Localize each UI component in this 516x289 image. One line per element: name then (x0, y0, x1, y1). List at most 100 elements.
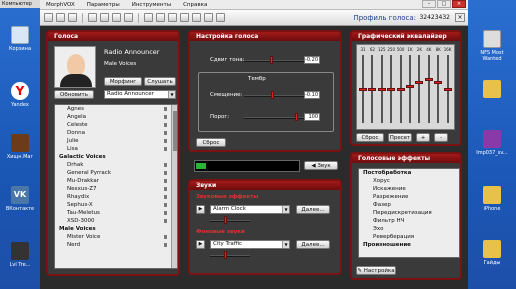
background-volume-slider[interactable] (224, 251, 227, 259)
threshold-value[interactable]: 100 (304, 113, 320, 121)
shift-value[interactable]: -0.10 (304, 91, 320, 99)
toolbar-button[interactable] (44, 13, 53, 22)
minimize-button[interactable]: – (422, 0, 436, 8)
voice-list-item[interactable]: Julie (55, 137, 177, 145)
morph-button[interactable]: Морфинг (104, 77, 142, 86)
effect-list-item[interactable]: Разрежение (359, 193, 459, 201)
desktop-icon-yandex[interactable]: Y Yandex (0, 82, 40, 108)
close-button[interactable]: × (452, 0, 466, 8)
toolbar-button[interactable] (112, 13, 121, 22)
eq-minus-button[interactable]: - (434, 133, 448, 142)
shift-slider[interactable] (270, 91, 274, 99)
menu-parameters[interactable]: Параметры (85, 2, 122, 8)
effect-group[interactable]: Постобработка (359, 169, 459, 177)
play-background-button[interactable]: ▶ (196, 240, 205, 249)
effect-list-item[interactable]: Эхо (359, 225, 459, 233)
voice-list-item[interactable]: Angela (55, 113, 177, 121)
toolbar-button[interactable] (204, 13, 213, 22)
desktop-icon-nfs[interactable]: NFS Most Wanted (472, 30, 512, 62)
eq-band-slider[interactable] (387, 88, 396, 91)
mute-button[interactable]: ◀ Звук (304, 161, 338, 170)
more-backgrounds-button[interactable]: Далее... (296, 240, 330, 249)
effect-list-item[interactable]: Фильтр НЧ (359, 217, 459, 225)
toolbar-button[interactable] (124, 13, 133, 22)
effect-dropdown[interactable]: Alarm Clock ▼ (210, 205, 290, 214)
eq-preset-button[interactable]: Пресет (388, 133, 412, 142)
voice-list-item[interactable]: Celeste (55, 121, 177, 129)
toolbar-button[interactable] (56, 13, 65, 22)
eq-band-slider[interactable] (377, 88, 386, 91)
signal-icon (164, 243, 167, 247)
profile-close-button[interactable]: × (455, 13, 465, 22)
effect-list-item[interactable]: Реверберация (359, 233, 459, 241)
desktop-icon-guides[interactable]: Гайды (472, 240, 512, 266)
computer-label[interactable]: Компьютер (0, 0, 40, 8)
voice-list-item[interactable]: Mu-Drakkar (55, 177, 177, 185)
effect-list-item[interactable]: Хорус (359, 177, 459, 185)
eq-band-slider[interactable] (406, 84, 414, 88)
toolbar-button[interactable] (100, 13, 109, 22)
effect-list-item[interactable]: Передискретизация (359, 209, 459, 217)
eq-band-slider[interactable] (434, 81, 443, 85)
toolbar-button[interactable] (216, 13, 225, 22)
threshold-slider[interactable] (295, 113, 299, 121)
effect-group[interactable]: Произношение (359, 241, 459, 249)
voice-list-item[interactable]: Rhaydix (55, 193, 177, 201)
menu-tools[interactable]: Инструменты (130, 2, 173, 8)
effect-list-item[interactable]: Фазер (359, 201, 459, 209)
pitch-value[interactable]: -0.20 (304, 56, 320, 64)
update-button[interactable]: Обновить (54, 90, 94, 99)
desktop-icon-recycle[interactable]: Корзина (0, 26, 40, 52)
eq-band-slider[interactable] (443, 88, 452, 91)
effects-settings-button[interactable]: ✎ Настройка (356, 266, 396, 275)
eq-band-slider[interactable] (359, 88, 367, 91)
effect-volume-slider[interactable] (224, 216, 227, 224)
menu-help[interactable]: Справка (181, 2, 209, 8)
settings-reset-button[interactable]: Сброс (196, 138, 226, 147)
voice-dropdown[interactable]: Radio Announcer ▼ (104, 90, 176, 99)
eq-plus-button[interactable]: + (416, 133, 430, 142)
desktop-icon-archive[interactable]: Imp037_sv... (472, 130, 512, 156)
eq-band-slider[interactable] (368, 88, 377, 91)
desktop-icon-vk[interactable]: VK ВКонтакте (0, 186, 40, 212)
toolbar-button[interactable] (88, 13, 97, 22)
toolbar-button[interactable] (168, 13, 177, 22)
more-effects-button[interactable]: Далее... (296, 205, 330, 214)
toolbar-button[interactable] (156, 13, 165, 22)
eq-band-slider[interactable] (424, 78, 433, 82)
voice-list-item[interactable]: Lisa (55, 145, 177, 153)
desktop-icon-iphone[interactable]: iPhone (472, 186, 512, 212)
desktop-icon-game[interactable]: Lvl Tre... (0, 242, 40, 268)
desktop-icon-folder[interactable] (472, 80, 512, 100)
eq-band-slider[interactable] (415, 81, 424, 85)
pitch-slider[interactable] (269, 56, 273, 64)
toolbar-button[interactable] (192, 13, 201, 22)
play-effect-button[interactable]: ▶ (196, 205, 205, 214)
voice-list-item[interactable]: Nexxus-Z7 (55, 185, 177, 193)
voice-list-item[interactable]: Tau-Meletus (55, 209, 177, 217)
voice-list-item[interactable]: Sephus-X (55, 201, 177, 209)
voice-effects-panel: Голосовые эффекты Постобработка Хорус Иска… (350, 152, 462, 280)
voice-list-item[interactable]: XSD-3000 (55, 217, 177, 225)
voice-list-item[interactable]: Donna (55, 129, 177, 137)
desktop-icon-label: ВКонтакте (5, 206, 35, 212)
voice-list-item[interactable]: Agnes (55, 105, 177, 113)
toolbar-button[interactable] (180, 13, 189, 22)
effect-list-item[interactable]: Искажение (359, 185, 459, 193)
voice-list-item[interactable]: Mister Voice (55, 233, 177, 241)
listen-button[interactable]: Слушать (144, 77, 176, 86)
voice-group[interactable]: Galactic Voices (55, 153, 177, 161)
maximize-button[interactable]: □ (437, 0, 451, 8)
voice-group[interactable]: Male Voices (55, 225, 177, 233)
voice-list-scrollbar[interactable] (171, 105, 177, 268)
voice-list-item[interactable]: General Pyrrack (55, 169, 177, 177)
eq-reset-button[interactable]: Сброс (356, 133, 384, 142)
desktop-icon-app[interactable]: Хищн.Маг (0, 134, 40, 160)
toolbar-button[interactable] (68, 13, 77, 22)
toolbar-button[interactable] (144, 13, 153, 22)
voice-list-item[interactable]: Drhak (55, 161, 177, 169)
voice-list-item[interactable]: Nerd (55, 241, 177, 249)
background-dropdown[interactable]: City Traffic ▼ (210, 240, 290, 249)
menu-morphvox[interactable]: MorphVOX (44, 2, 77, 8)
eq-band-slider[interactable] (396, 88, 405, 91)
